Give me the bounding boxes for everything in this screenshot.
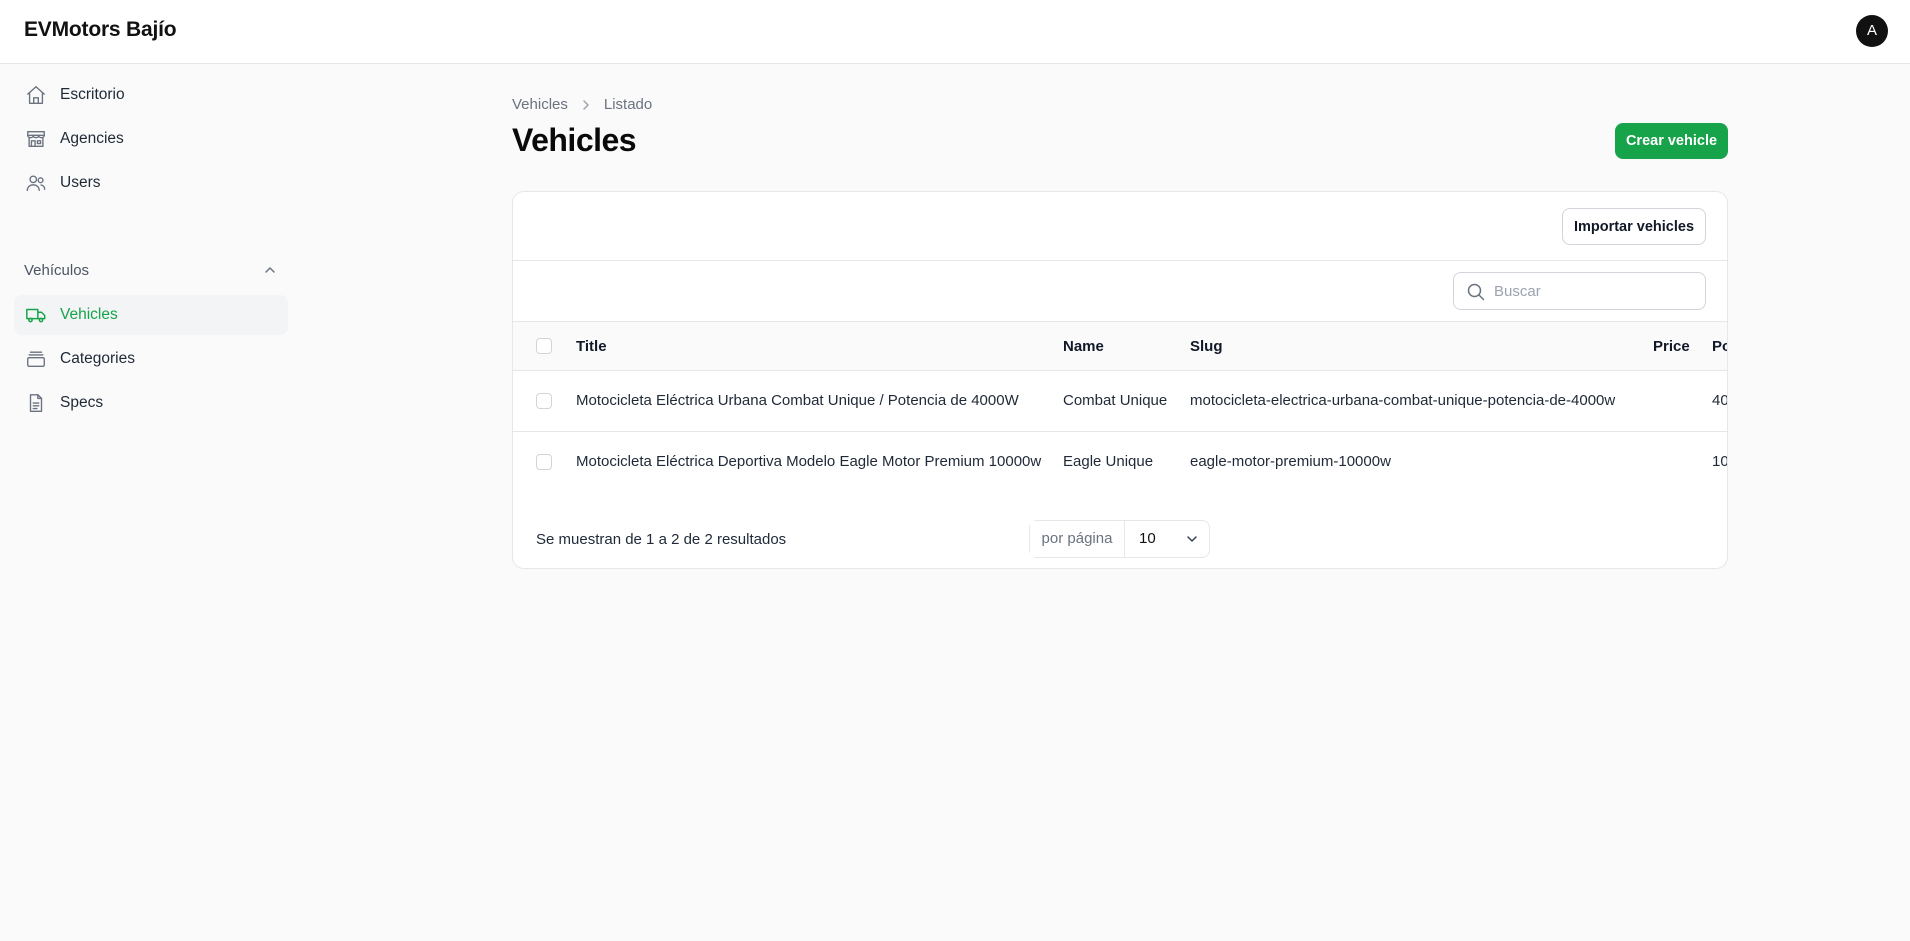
cell-slug: eagle-motor-premium-10000w: [1190, 453, 1391, 470]
cell-name: Eagle Unique: [1063, 453, 1154, 470]
column-header-title[interactable]: Title: [576, 338, 607, 355]
sidebar-item-agencies[interactable]: Agencies: [14, 119, 288, 159]
top-bar: EVMotors Bajío A: [0, 0, 1910, 64]
house-icon: [24, 83, 48, 107]
table-header-actions: Importar vehicles: [513, 192, 1727, 261]
sidebar-item-specs[interactable]: Specs: [14, 383, 288, 423]
column-header-price[interactable]: Price: [1653, 338, 1690, 355]
storefront-icon: [24, 127, 48, 151]
sidebar: Escritorio Agencies Users Vehículos Vehi…: [0, 64, 300, 941]
column-header-slug[interactable]: Slug: [1190, 338, 1223, 355]
table-row[interactable]: Motocicleta Eléctrica Urbana Combat Uniq…: [513, 371, 1727, 432]
column-header-po[interactable]: Po: [1712, 338, 1727, 355]
per-page-control: por página 10: [1029, 520, 1210, 558]
create-vehicle-button[interactable]: Crear vehicle: [1615, 123, 1728, 159]
column-header-name[interactable]: Name: [1063, 338, 1104, 355]
sidebar-item-label: Vehicles: [60, 306, 118, 323]
per-page-label: por página: [1030, 521, 1125, 557]
sidebar-item-label: Agencies: [60, 130, 124, 147]
cell-name: Combat Unique: [1063, 392, 1168, 409]
user-avatar[interactable]: A: [1856, 15, 1888, 47]
select-all-checkbox[interactable]: [536, 338, 552, 354]
table-footer: Se muestran de 1 a 2 de 2 resultados por…: [513, 508, 1727, 568]
sidebar-item-escritorio[interactable]: Escritorio: [14, 75, 288, 115]
sidebar-item-label: Users: [60, 174, 101, 191]
cell-title: Motocicleta Eléctrica Deportiva Modelo E…: [576, 453, 1042, 470]
sidebar-item-categories[interactable]: Categories: [14, 339, 288, 379]
table-row[interactable]: Motocicleta Eléctrica Deportiva Modelo E…: [513, 432, 1727, 493]
vehicles-table-card: Importar vehicles Title Name Slug Price …: [512, 191, 1728, 569]
row-checkbox[interactable]: [536, 393, 552, 409]
per-page-value: 10: [1139, 530, 1156, 547]
vehicles-table: Title Name Slug Price Po Motocicleta Elé…: [513, 322, 1727, 508]
stack-icon: [24, 347, 48, 371]
sidebar-item-users[interactable]: Users: [14, 163, 288, 203]
breadcrumb-current: Listado: [603, 96, 653, 113]
breadcrumb: Vehicles Listado: [512, 96, 652, 113]
table-toolbar: [513, 261, 1727, 322]
cell-slug: motocicleta-electrica-urbana-combat-uniq…: [1190, 392, 1616, 409]
sidebar-group-vehiculos: Vehículos: [24, 262, 90, 279]
brand-name[interactable]: EVMotors Bajío: [24, 18, 177, 42]
results-summary: Se muestran de 1 a 2 de 2 resultados: [536, 531, 787, 548]
search-input[interactable]: [1494, 273, 1699, 309]
search-box: [1453, 272, 1706, 310]
per-page-select[interactable]: 10: [1125, 521, 1209, 557]
sidebar-item-label: Escritorio: [60, 86, 125, 103]
sidebar-item-label: Specs: [60, 394, 104, 411]
search-icon: [1466, 282, 1486, 302]
row-checkbox[interactable]: [536, 454, 552, 470]
document-icon: [24, 391, 48, 415]
users-icon: [24, 171, 48, 195]
page-title: Vehicles: [512, 122, 637, 158]
table-header-row: Title Name Slug Price Po: [513, 322, 1727, 371]
sidebar-item-vehicles[interactable]: Vehicles: [14, 295, 288, 335]
truck-icon: [24, 303, 48, 327]
chevron-down-icon: [1185, 532, 1199, 546]
cell-po: 40: [1712, 392, 1727, 409]
cell-title: Motocicleta Eléctrica Urbana Combat Uniq…: [576, 392, 1019, 409]
sidebar-item-label: Categories: [60, 350, 135, 367]
cell-po: 10: [1712, 453, 1727, 470]
chevron-right-icon: [578, 97, 594, 113]
import-vehicles-button[interactable]: Importar vehicles: [1562, 208, 1706, 245]
chevron-up-icon[interactable]: [262, 262, 278, 278]
breadcrumb-link-vehicles[interactable]: Vehicles: [512, 96, 568, 113]
